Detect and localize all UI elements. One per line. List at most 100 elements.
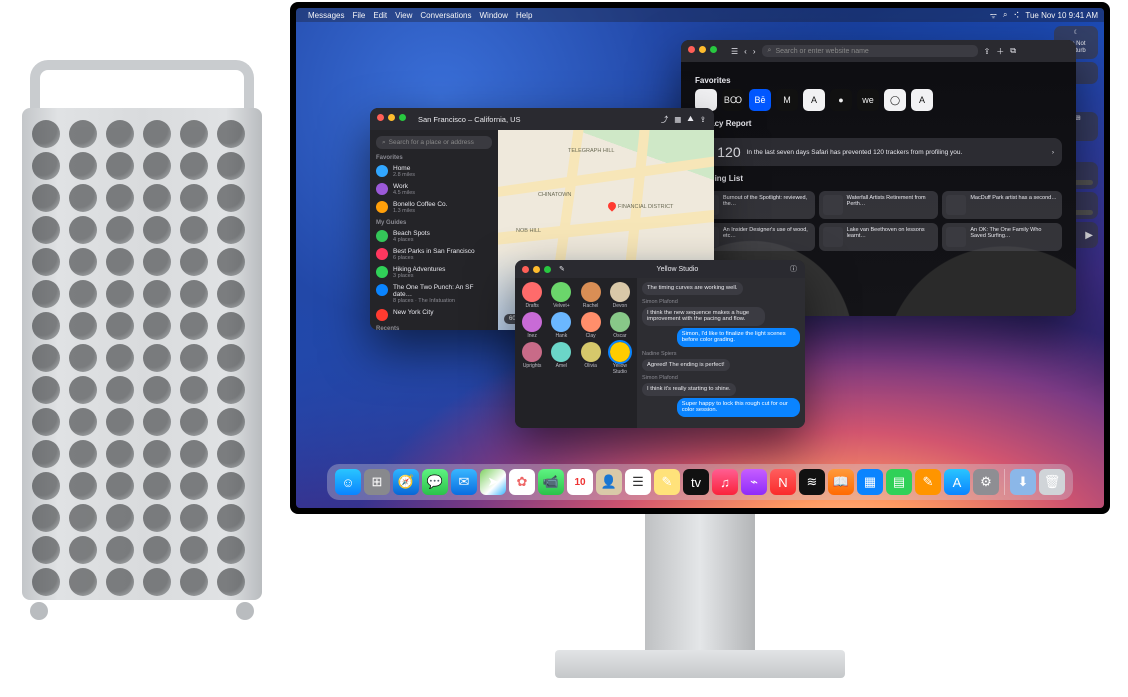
info-icon[interactable]: ⓘ — [790, 264, 797, 274]
dock-tv[interactable]: tv — [683, 469, 709, 495]
wifi-status-icon[interactable]: ᯤ — [990, 10, 997, 21]
dock-photos[interactable]: ✿ — [509, 469, 535, 495]
window-traffic-lights[interactable] — [688, 46, 717, 53]
dock-downloads[interactable]: ⬇ — [1010, 469, 1036, 495]
dock-preferences[interactable]: ⚙ — [973, 469, 999, 495]
conversation-clay[interactable]: Clay — [578, 312, 604, 339]
reading-list-item[interactable]: An OK: The One Family Who Saved Surfing… — [942, 223, 1062, 251]
dock-keynote[interactable]: ▦ — [857, 469, 883, 495]
dock-mail[interactable]: ✉ — [451, 469, 477, 495]
maps-sidebar-item[interactable]: Bonello Coffee Co.1.3 miles — [376, 199, 492, 217]
window-traffic-lights[interactable] — [377, 114, 406, 121]
macos-desktop[interactable]: Messages File Edit View Conversations Window… — [296, 8, 1104, 508]
map-pin-icon[interactable] — [606, 200, 617, 211]
map-mode-icon[interactable]: ⛰ — [687, 114, 693, 124]
reading-list-item[interactable]: Lake van Beethoven on lessons learnt… — [819, 223, 939, 251]
dock-facetime[interactable]: 📹 — [538, 469, 564, 495]
dock-launchpad[interactable]: ⊞ — [364, 469, 390, 495]
menu-bar[interactable]: Messages File Edit View Conversations Window… — [296, 8, 1104, 22]
favorite-feedly[interactable]: A — [803, 89, 825, 111]
conversation-uprights[interactable]: Uprights — [519, 342, 545, 375]
dock-numbers[interactable]: ▤ — [886, 469, 912, 495]
messages-window[interactable]: ✎ Yellow Studio ⓘ DraftsVelvet+RachelDev… — [515, 260, 805, 428]
favorite-circle[interactable]: ◯ — [884, 89, 906, 111]
message-bubble[interactable]: I think the new sequence makes a huge im… — [642, 307, 765, 326]
window-traffic-lights[interactable] — [522, 266, 551, 273]
dock-contacts[interactable]: 👤 — [596, 469, 622, 495]
message-bubble[interactable]: The timing curves are working well. — [642, 282, 743, 295]
directions-icon[interactable]: ⤴ — [661, 114, 669, 125]
forward-icon[interactable]: › — [753, 47, 756, 56]
reading-list-item[interactable]: MacDuff Park artist has a second… — [942, 191, 1062, 219]
dock-podcasts[interactable]: ⌁ — [741, 469, 767, 495]
back-icon[interactable]: ‹ — [744, 47, 747, 56]
favorite-typeface[interactable]: A — [911, 89, 933, 111]
menu-file[interactable]: File — [352, 11, 365, 20]
conversation-oscar[interactable]: Oscar — [607, 312, 633, 339]
dock-trash[interactable]: 🗑 — [1039, 469, 1065, 495]
dock-books[interactable]: 📖 — [828, 469, 854, 495]
message-bubble[interactable]: Simon, I'd like to finalize the light sc… — [677, 328, 800, 347]
maps-sidebar-item[interactable]: Best Parks in San Francisco6 places — [376, 246, 492, 264]
app-menu[interactable]: Messages — [308, 11, 344, 20]
dock-pages[interactable]: ✎ — [915, 469, 941, 495]
share-icon[interactable]: ⇪ — [700, 115, 706, 124]
favorite-instapaper[interactable]: ● — [830, 89, 852, 111]
dock-music[interactable]: ♫ — [712, 469, 738, 495]
menu-help[interactable]: Help — [516, 11, 532, 20]
compose-icon[interactable]: ✎ — [559, 265, 565, 273]
sidebar-icon[interactable]: ☰ — [731, 47, 738, 56]
maps-sidebar-item[interactable]: New York City — [376, 307, 492, 323]
conversation-yellow-studio[interactable]: Yellow Studio — [607, 342, 633, 375]
view-mode-icon[interactable]: ▦ — [674, 115, 681, 124]
menu-view[interactable]: View — [395, 11, 412, 20]
favorite-behance[interactable]: Bē — [749, 89, 771, 111]
conversation-amel[interactable]: Amel — [548, 342, 574, 375]
maps-sidebar-item[interactable]: Work4.5 miles — [376, 181, 492, 199]
control-center-icon[interactable]: ⠪ — [1014, 11, 1020, 20]
menu-conversations[interactable]: Conversations — [420, 11, 471, 20]
dock-notes[interactable]: ✎ — [654, 469, 680, 495]
tabs-icon[interactable]: ⧉ — [1010, 46, 1016, 56]
dock-maps[interactable]: ➤ — [480, 469, 506, 495]
privacy-report-card[interactable]: 🛡 120 In the last seven days Safari has … — [695, 138, 1062, 166]
conversation-olivia[interactable]: Olivia — [578, 342, 604, 375]
conversation-hank[interactable]: Hank — [548, 312, 574, 339]
conversation-rachel[interactable]: Rachel — [578, 282, 604, 309]
menu-edit[interactable]: Edit — [373, 11, 387, 20]
dock-stocks[interactable]: ≋ — [799, 469, 825, 495]
new-tab-icon[interactable]: ＋ — [996, 46, 1004, 57]
dock-reminders[interactable]: ☰ — [625, 469, 651, 495]
maps-sidebar-item[interactable]: Beach Spots4 places — [376, 228, 492, 246]
maps-sidebar-item[interactable]: Home2.8 miles — [376, 163, 492, 181]
safari-url-field[interactable]: ⌕Search or enter website name — [762, 45, 978, 57]
dock-messages[interactable]: 💬 — [422, 469, 448, 495]
dock[interactable]: ☺⊞🧭💬✉➤✿📹10👤☰✎tv♫⌁N≋📖▦▤✎A⚙⬇🗑 — [327, 464, 1073, 500]
safari-toolbar: ☰ ‹ › ⌕Search or enter website name ⇪ ＋ … — [681, 40, 1076, 62]
clock[interactable]: Tue Nov 10 9:41 AM — [1025, 11, 1098, 20]
favorite-wetransfer[interactable]: we — [857, 89, 879, 111]
favorite-medium[interactable]: M — [776, 89, 798, 111]
favorite-bbb[interactable]: BꝎ — [722, 89, 744, 111]
dock-appstore[interactable]: A — [944, 469, 970, 495]
reading-list-item[interactable]: Waterfall Artists Retirement from Perth… — [819, 191, 939, 219]
maps-search-field[interactable]: ⌕Search for a place or address — [376, 136, 492, 149]
message-bubble[interactable]: Super happy to lock this rough cut for o… — [677, 398, 800, 417]
message-bubble[interactable]: I think it's really starting to shine. — [642, 383, 736, 396]
conversation-devon[interactable]: Devon — [607, 282, 633, 309]
conversation-drafts[interactable]: Drafts — [519, 282, 545, 309]
maps-sidebar-item[interactable]: Hiking Adventures3 places — [376, 264, 492, 282]
menu-window[interactable]: Window — [480, 11, 508, 20]
spotlight-icon[interactable]: ⌕ — [1003, 10, 1007, 20]
dock-news[interactable]: N — [770, 469, 796, 495]
dock-calendar[interactable]: 10 — [567, 469, 593, 495]
messages-thread[interactable]: The timing curves are working well. Simon… — [637, 278, 805, 428]
dock-finder[interactable]: ☺ — [335, 469, 361, 495]
dock-safari[interactable]: 🧭 — [393, 469, 419, 495]
play-icon[interactable]: ▶ — [1085, 232, 1093, 239]
maps-sidebar-item[interactable]: The One Two Punch: An SF date…8 places ·… — [376, 282, 492, 307]
conversation-velvet+[interactable]: Velvet+ — [548, 282, 574, 309]
share-icon[interactable]: ⇪ — [984, 47, 991, 56]
message-bubble[interactable]: Agreed! The ending is perfect! — [642, 359, 730, 372]
conversation-inez[interactable]: Inez — [519, 312, 545, 339]
